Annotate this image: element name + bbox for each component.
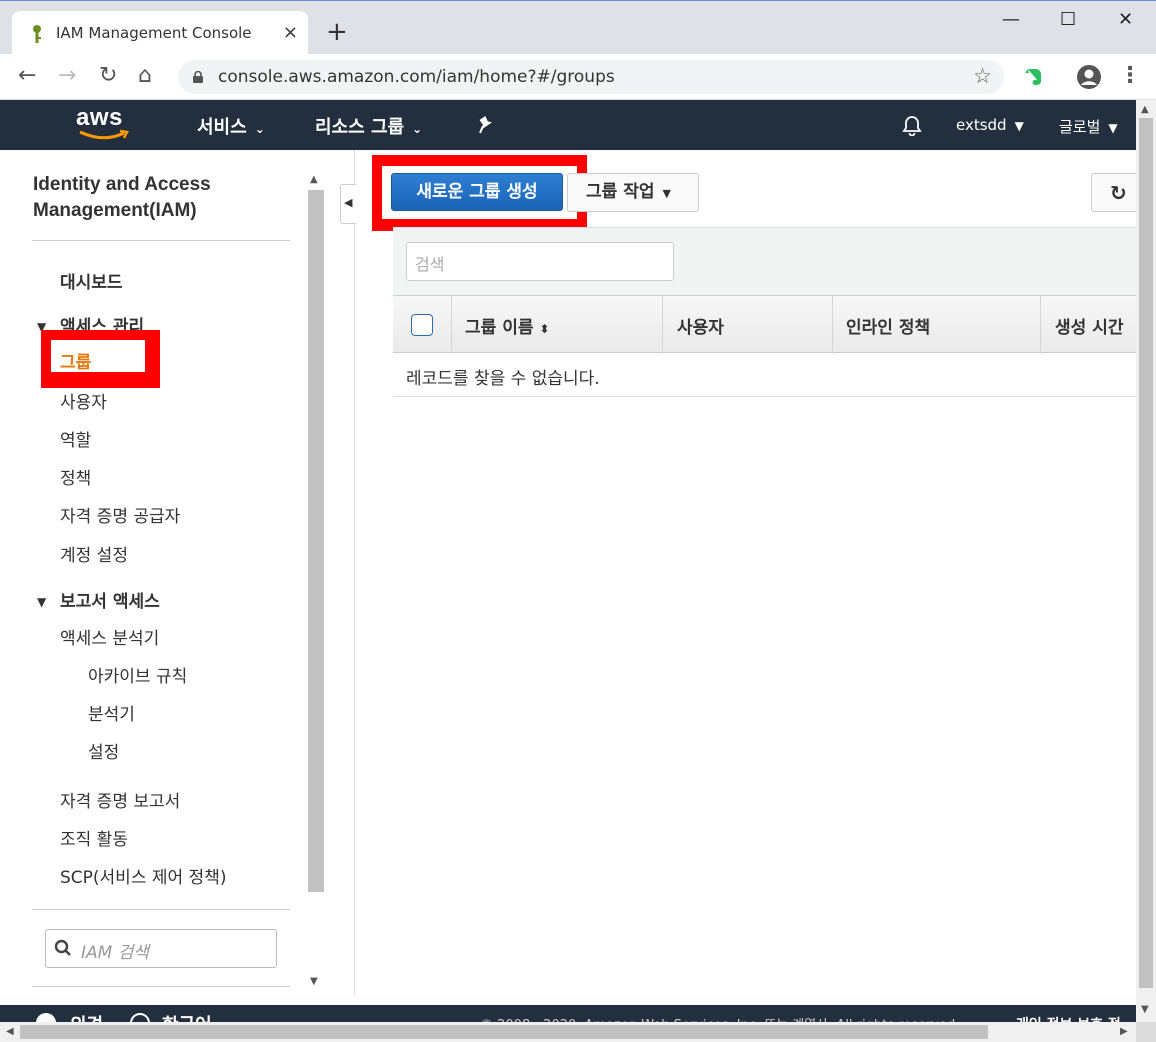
- sidebar-item-credential-report[interactable]: 자격 증명 보고서: [60, 787, 180, 812]
- services-menu[interactable]: 서비스 ⌄: [197, 113, 265, 139]
- window-close-icon[interactable]: ✕: [1118, 9, 1133, 30]
- services-label: 서비스: [197, 117, 247, 138]
- caret-down-icon: ▼: [1108, 121, 1118, 135]
- sidebar-item-roles[interactable]: 역할: [60, 426, 91, 451]
- aws-nav-bar: aws 서비스 ⌄ 리소스 그룹 ⌄ extsdd ▼ 글로벌 ▼: [0, 100, 1136, 150]
- sidebar-scroll-thumb[interactable]: [308, 190, 324, 892]
- new-tab-button[interactable]: +: [326, 17, 348, 47]
- reload-icon[interactable]: ↻: [99, 63, 117, 89]
- sidebar-item-identity-providers[interactable]: 자격 증명 공급자: [60, 502, 180, 527]
- home-icon[interactable]: ⌂: [138, 63, 152, 89]
- scroll-up-icon[interactable]: ▲: [310, 174, 318, 185]
- resource-groups-label: 리소스 그룹: [315, 117, 405, 138]
- forward-icon[interactable]: →: [58, 63, 76, 89]
- resource-groups-menu[interactable]: 리소스 그룹 ⌄: [315, 113, 422, 139]
- sidebar-item-account-settings[interactable]: 계정 설정: [60, 541, 128, 566]
- iam-favicon-icon: [33, 25, 41, 43]
- column-header-group-name[interactable]: 그룹 이름 ⬍: [465, 313, 550, 338]
- aws-logo[interactable]: aws: [76, 104, 123, 132]
- sidebar-divider: [32, 240, 290, 241]
- sidebar-item-dashboard[interactable]: 대시보드: [60, 268, 123, 293]
- evernote-extension-icon[interactable]: [1022, 66, 1044, 88]
- scroll-right-icon[interactable]: ▶: [1120, 1026, 1128, 1037]
- profile-avatar-icon[interactable]: [1076, 64, 1102, 90]
- account-name: extsdd: [956, 116, 1007, 134]
- column-header-users[interactable]: 사용자: [677, 313, 724, 338]
- sidebar-item-analyzers[interactable]: 분석기: [88, 700, 135, 725]
- horizontal-scrollbar[interactable]: ◀ ▶: [0, 1022, 1136, 1042]
- sidebar-divider: [32, 909, 290, 910]
- sidebar-item-users[interactable]: 사용자: [60, 388, 107, 413]
- caret-down-icon[interactable]: ▼: [37, 595, 46, 609]
- browser-tabstrip: IAM Management Console × + — ☐ ✕: [0, 0, 1156, 55]
- sidebar-item-archive-rules[interactable]: 아카이브 규칙: [88, 662, 187, 687]
- tab-title: IAM Management Console: [56, 24, 252, 42]
- caret-down-icon: ▼: [1014, 119, 1024, 133]
- browser-menu-icon[interactable]: ⋮: [1119, 63, 1141, 89]
- page-scroll-thumb[interactable]: [1139, 118, 1153, 988]
- page-scrollbar[interactable]: ▲ ▼: [1136, 100, 1156, 1022]
- scroll-down-icon[interactable]: ▼: [1141, 1004, 1149, 1015]
- group-actions-button[interactable]: 그룹 작업 ▼: [567, 173, 699, 212]
- caret-left-icon: ◀: [344, 196, 353, 209]
- sidebar-title: Identity and Access Management(IAM): [33, 174, 211, 221]
- select-all-checkbox[interactable]: [411, 314, 433, 336]
- aws-smile-icon: [79, 129, 129, 140]
- sort-icon[interactable]: ⬍: [539, 322, 549, 336]
- iam-search-placeholder: IAM 검색: [81, 943, 149, 963]
- region-menu[interactable]: 글로벌 ▼: [1059, 116, 1118, 137]
- sidebar-scrollbar[interactable]: ▲ ▼: [306, 170, 326, 994]
- scroll-up-icon[interactable]: ▲: [1141, 104, 1149, 115]
- region-name: 글로벌: [1059, 118, 1101, 136]
- group-actions-label: 그룹 작업: [586, 182, 655, 202]
- chevron-down-icon: ⌄: [254, 122, 265, 136]
- highlight-groups-box: [41, 330, 160, 388]
- maximize-icon[interactable]: ☐: [1060, 9, 1076, 30]
- sidebar-section-access-reports[interactable]: 보고서 액세스: [60, 587, 160, 612]
- horizontal-scroll-thumb[interactable]: [20, 1025, 988, 1039]
- sidebar-item-settings[interactable]: 설정: [88, 738, 119, 763]
- create-group-button[interactable]: 새로운 그룹 생성: [391, 173, 563, 211]
- scroll-left-icon[interactable]: ◀: [6, 1026, 14, 1037]
- refresh-icon: ↻: [1110, 181, 1127, 205]
- column-header-inline-policy[interactable]: 인라인 정책: [846, 313, 930, 338]
- scroll-down-icon[interactable]: ▼: [310, 976, 318, 987]
- column-separator: [662, 296, 663, 354]
- account-menu[interactable]: extsdd ▼: [956, 116, 1024, 134]
- address-bar[interactable]: console.aws.amazon.com/iam/home?#/groups…: [178, 60, 1004, 94]
- collapse-sidebar-button[interactable]: ◀: [340, 184, 356, 224]
- column-separator: [1040, 296, 1041, 354]
- groups-table-header: 그룹 이름 ⬍ 사용자 인라인 정책 생성 시간: [393, 295, 1136, 354]
- group-search-input[interactable]: 검색: [406, 242, 674, 281]
- sidebar-item-scp[interactable]: SCP(서비스 제어 정책): [60, 863, 226, 888]
- lock-icon: [193, 71, 203, 83]
- row-divider: [393, 396, 1136, 397]
- bookmark-star-icon[interactable]: ☆: [973, 64, 992, 88]
- sidebar-item-access-analyzer[interactable]: 액세스 분석기: [60, 624, 159, 649]
- sidebar-item-organization-activity[interactable]: 조직 활동: [60, 825, 128, 850]
- back-icon[interactable]: ←: [18, 63, 36, 89]
- column-header-label: 그룹 이름: [465, 318, 534, 338]
- sidebar-item-policies[interactable]: 정책: [60, 464, 91, 489]
- sidebar-divider: [32, 986, 290, 987]
- caret-down-icon: ▼: [662, 187, 671, 200]
- empty-table-message: 레코드를 찾을 수 없습니다.: [406, 369, 600, 389]
- tab-close-icon[interactable]: ×: [283, 22, 298, 43]
- chevron-down-icon: ⌄: [412, 122, 423, 136]
- column-separator: [832, 296, 833, 354]
- iam-sidebar: Identity and Access Management(IAM) 대시보드…: [0, 150, 328, 1005]
- content-divider: [354, 150, 355, 995]
- search-icon: [54, 939, 71, 956]
- browser-tab[interactable]: IAM Management Console ×: [12, 11, 308, 55]
- minimize-icon[interactable]: —: [1002, 9, 1020, 30]
- column-header-creation-time[interactable]: 생성 시간: [1055, 313, 1123, 338]
- bell-icon[interactable]: [901, 114, 923, 136]
- column-separator: [451, 296, 452, 354]
- iam-search-input[interactable]: IAM 검색: [45, 929, 277, 968]
- scrollbar-corner: [1136, 1022, 1156, 1042]
- pin-icon[interactable]: [477, 115, 495, 135]
- group-search-placeholder: 검색: [415, 255, 445, 274]
- url-text: console.aws.amazon.com/iam/home?#/groups: [218, 67, 615, 87]
- browser-toolbar: ← → ↻ ⌂ console.aws.amazon.com/iam/home?…: [0, 54, 1156, 100]
